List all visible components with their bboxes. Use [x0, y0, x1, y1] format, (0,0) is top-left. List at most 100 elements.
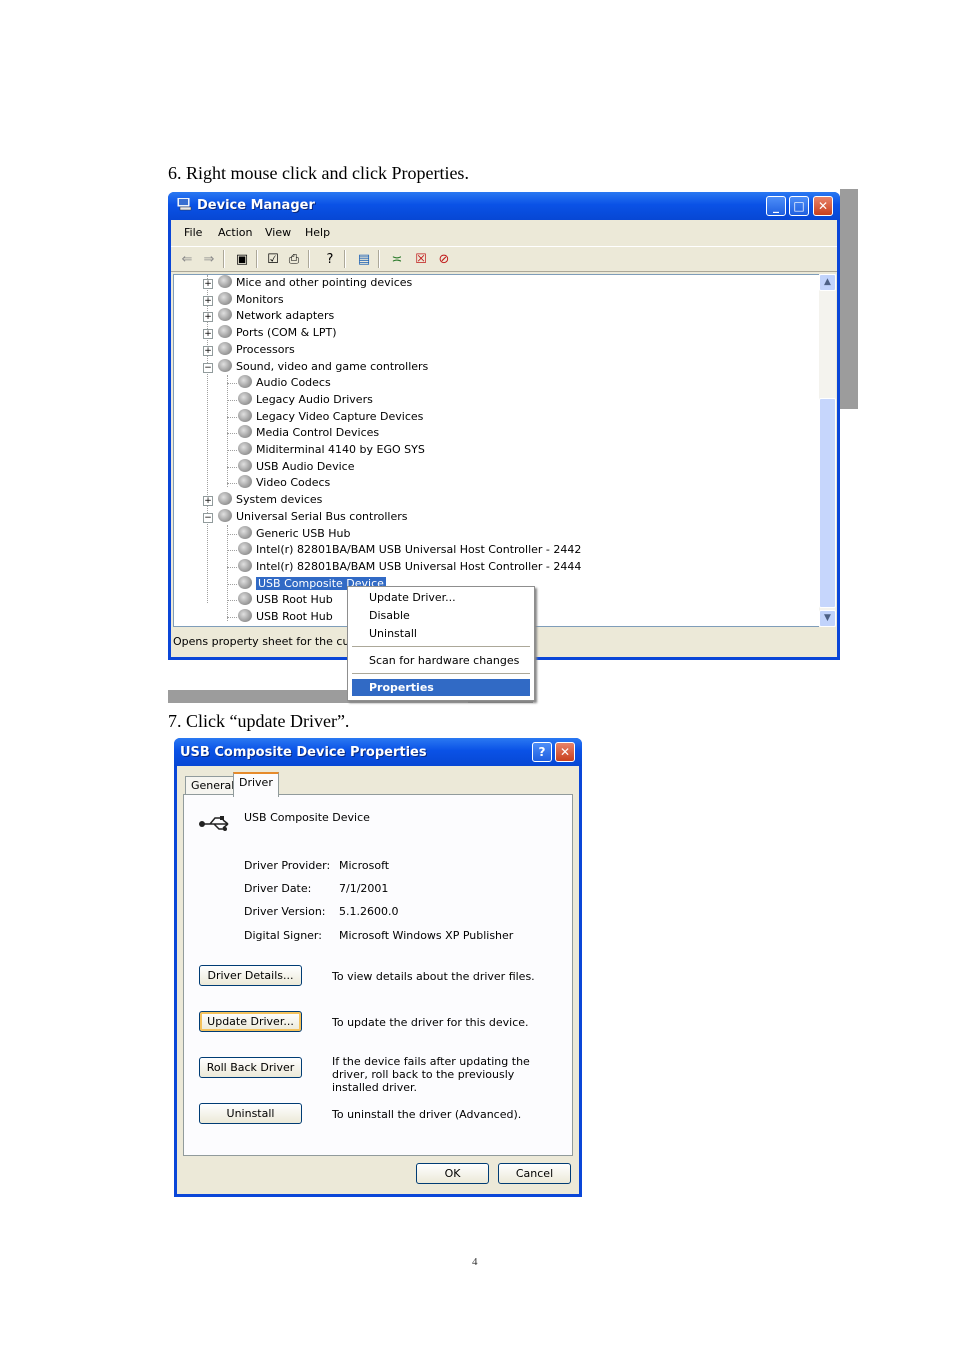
device-icon	[238, 458, 252, 472]
print-icon[interactable]: ⎙	[286, 252, 302, 267]
back-arrow-icon[interactable]: ⇐	[179, 252, 195, 267]
uninstall-icon[interactable]: ☒	[413, 252, 429, 267]
menu-item-uninstall[interactable]: Uninstall	[352, 625, 530, 642]
cancel-button[interactable]: Cancel	[498, 1163, 571, 1184]
device-manager-titlebar[interactable]: Device Manager _ □ ✕	[168, 192, 840, 220]
menu-separator	[352, 673, 530, 674]
driver-version-label: Driver Version:	[244, 905, 326, 918]
expand-collapse-icon[interactable]: +	[203, 345, 213, 356]
menu-file[interactable]: File	[184, 226, 202, 239]
driver-details-button[interactable]: Driver Details...	[199, 965, 302, 986]
device-tree: + Mice and other pointing devices + Monitor…	[173, 274, 820, 627]
device-icon	[238, 425, 252, 439]
expand-collapse-icon[interactable]: −	[203, 512, 213, 523]
tree-item-label: USB Audio Device	[256, 459, 355, 473]
device-item[interactable]: Intel(r) 82801BA/BAM USB Universal Host …	[238, 542, 581, 558]
help-button[interactable]: ?	[532, 742, 552, 762]
device-category[interactable]: Mice and other pointing devices	[218, 275, 412, 291]
scroll-up-icon[interactable]: ▲	[819, 274, 836, 291]
expand-collapse-icon[interactable]: +	[203, 496, 213, 507]
expand-collapse-icon[interactable]: −	[203, 362, 213, 373]
menu-item-scan-hardware[interactable]: Scan for hardware changes	[352, 652, 530, 669]
menu-action[interactable]: Action	[218, 226, 252, 239]
device-item[interactable]: USB Root Hub	[238, 592, 333, 608]
uninstall-button[interactable]: Uninstall	[199, 1103, 302, 1124]
expand-collapse-icon[interactable]: +	[203, 312, 213, 323]
device-item[interactable]: Generic USB Hub	[238, 525, 350, 542]
device-category[interactable]: System devices	[218, 492, 322, 508]
device-category[interactable]: Ports (COM & LPT)	[218, 325, 337, 341]
expand-collapse-icon[interactable]: +	[203, 279, 213, 289]
device-icon	[238, 542, 252, 556]
forward-arrow-icon[interactable]: ⇒	[201, 252, 217, 267]
device-category[interactable]: Network adapters	[218, 308, 334, 324]
help-icon[interactable]: ?	[322, 252, 338, 267]
minimize-button[interactable]: _	[766, 196, 786, 216]
maximize-button[interactable]: □	[789, 196, 809, 216]
context-menu: Update Driver... Disable Uninstall Scan …	[347, 586, 535, 701]
tree-item-label: System devices	[236, 493, 323, 507]
menu-view[interactable]: View	[265, 226, 291, 239]
update-driver-icon[interactable]: ≍	[389, 252, 405, 267]
device-icon	[238, 558, 252, 572]
device-item[interactable]: Video Codecs	[238, 475, 330, 491]
tree-item-label: Video Codecs	[256, 476, 331, 490]
menu-help[interactable]: Help	[305, 226, 330, 239]
device-category[interactable]: Monitors	[218, 291, 284, 308]
device-item[interactable]: Legacy Audio Drivers	[238, 391, 373, 408]
category-icon	[218, 275, 232, 288]
tree-item-label: Audio Codecs	[256, 376, 331, 390]
device-icon	[238, 525, 252, 539]
device-category[interactable]: Universal Serial Bus controllers	[218, 508, 407, 525]
tree-item-label: Miditerminal 4140 by EGO SYS	[256, 443, 425, 456]
device-item[interactable]: Intel(r) 82801BA/BAM USB Universal Host …	[238, 558, 582, 575]
scan-hardware-icon[interactable]: ▤	[356, 252, 372, 267]
digital-signer-label: Digital Signer:	[244, 929, 322, 942]
tree-item-label: Intel(r) 82801BA/BAM USB Universal Host …	[256, 543, 582, 557]
menu-item-disable[interactable]: Disable	[352, 607, 530, 624]
menu-separator	[352, 646, 530, 647]
device-item[interactable]: Media Control Devices	[238, 425, 379, 441]
device-item[interactable]: USB Audio Device	[238, 458, 355, 475]
tree-item-label: Intel(r) 82801BA/BAM USB Universal Host …	[256, 559, 582, 573]
properties-icon[interactable]: ☑	[265, 252, 281, 267]
close-button[interactable]: ✕	[813, 196, 833, 216]
tree-item-label: Mice and other pointing devices	[236, 276, 413, 289]
update-driver-button[interactable]: Update Driver...	[199, 1011, 302, 1032]
close-button[interactable]: ✕	[555, 742, 575, 762]
device-icon	[238, 475, 252, 489]
properties-dialog: USB Composite Device Properties ? ✕ Gene…	[174, 738, 582, 1197]
expand-collapse-icon[interactable]: +	[203, 295, 213, 306]
device-category[interactable]: Sound, video and game controllers	[218, 358, 428, 375]
scroll-down-icon[interactable]: ▼	[819, 610, 836, 627]
expand-collapse-icon[interactable]: +	[203, 329, 213, 340]
device-name: USB Composite Device	[244, 811, 370, 824]
dialog-titlebar[interactable]: USB Composite Device Properties ? ✕	[174, 738, 582, 766]
roll-back-driver-button[interactable]: Roll Back Driver	[199, 1057, 302, 1078]
driver-version-value: 5.1.2600.0	[339, 905, 399, 918]
menu-item-update-driver[interactable]: Update Driver...	[352, 589, 530, 606]
disable-icon[interactable]: ⊘	[436, 252, 452, 267]
tree-item-label: USB Root Hub	[256, 610, 333, 623]
tab-driver[interactable]: Driver	[233, 772, 279, 797]
menu-item-properties[interactable]: Properties	[352, 679, 530, 696]
vertical-scrollbar[interactable]: ▲ ▼	[819, 274, 836, 627]
device-item[interactable]: USB Root Hub	[238, 609, 333, 625]
dialog-title: USB Composite Device Properties	[180, 745, 427, 760]
device-item[interactable]: Legacy Video Capture Devices	[238, 408, 423, 425]
show-hide-tree-icon[interactable]: ▣	[234, 252, 250, 267]
device-icon	[238, 609, 252, 622]
device-category[interactable]: Processors	[218, 341, 295, 358]
device-icon	[238, 391, 252, 405]
device-item[interactable]: Audio Codecs	[238, 375, 331, 391]
tree-item-label: Network adapters	[236, 309, 335, 323]
device-item[interactable]: Miditerminal 4140 by EGO SYS	[238, 442, 425, 458]
menu-bar: File Action View Help	[171, 220, 837, 244]
scroll-thumb[interactable]	[819, 398, 836, 608]
ok-button[interactable]: OK	[416, 1163, 489, 1184]
device-icon	[238, 408, 252, 422]
driver-date-label: Driver Date:	[244, 882, 312, 895]
driver-provider-value: Microsoft	[339, 859, 390, 872]
driver-details-description: To view details about the driver files.	[332, 970, 535, 983]
category-icon	[218, 492, 232, 506]
